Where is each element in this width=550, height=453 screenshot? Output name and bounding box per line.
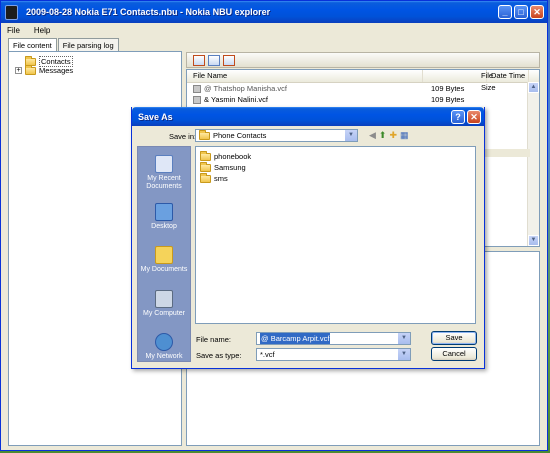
place-recent-documents[interactable]: My Recent Documents xyxy=(138,155,190,191)
save-button[interactable]: Save xyxy=(431,331,477,345)
file-name-value: @ Barcamp Arpit.vcf xyxy=(260,333,331,344)
file-name: & Yasmin Nalini.vcf xyxy=(204,95,268,104)
place-label: My Recent Documents xyxy=(146,175,182,190)
dialog-close-button[interactable]: ✕ xyxy=(467,109,481,124)
help-button[interactable]: ? xyxy=(451,109,465,124)
my-computer-icon xyxy=(155,290,173,308)
save-as-type-select[interactable]: *.vcf ▼ xyxy=(256,348,411,361)
place-label: My Network xyxy=(145,353,183,360)
column-date-time[interactable]: Date Time xyxy=(487,70,529,82)
file-name-field[interactable]: @ Barcamp Arpit.vcf ▼ xyxy=(256,332,411,345)
folder-icon xyxy=(200,172,211,183)
chevron-down-icon[interactable]: ▼ xyxy=(344,130,357,141)
place-my-network[interactable]: My Network xyxy=(138,333,190,361)
tab-file-parsing-log[interactable]: File parsing log xyxy=(57,38,119,51)
place-label: My Documents xyxy=(140,266,188,273)
menu-help[interactable]: Help xyxy=(34,26,50,35)
scroll-up-icon[interactable]: ▲ xyxy=(528,82,539,93)
places-bar: My Recent Documents Desktop My Documents… xyxy=(137,146,191,362)
my-documents-icon xyxy=(155,246,173,264)
folder-item-samsung[interactable]: Samsung xyxy=(200,161,246,172)
place-label: My Computer xyxy=(142,310,185,317)
main-titlebar[interactable]: 2009-08-28 Nokia E71 Contacts.nbu - Noki… xyxy=(1,1,547,23)
desktop-icon xyxy=(155,203,173,221)
tab-file-content[interactable]: File content xyxy=(8,38,57,52)
recent-documents-icon xyxy=(155,155,173,173)
chevron-down-icon[interactable]: ▼ xyxy=(397,333,410,344)
back-icon[interactable]: ◀ xyxy=(369,130,376,140)
file-name: @ Thatshop Manisha.vcf xyxy=(204,84,287,93)
app-icon xyxy=(5,4,18,20)
save-as-type-value: *.vcf xyxy=(260,350,275,359)
window-title: 2009-08-28 Nokia E71 Contacts.nbu - Noki… xyxy=(26,7,271,17)
file-size: 109 Bytes xyxy=(431,95,465,104)
close-button[interactable]: ✕ xyxy=(530,5,544,19)
folder-item-sms[interactable]: sms xyxy=(200,172,228,183)
list-scrollbar[interactable]: ▲ ▼ xyxy=(527,82,539,246)
place-my-computer[interactable]: My Computer xyxy=(138,290,190,318)
list-item[interactable]: @ Thatshop Manisha.vcf 109 Bytes xyxy=(187,83,539,94)
vcard-icon xyxy=(193,95,201,104)
folder-icon xyxy=(200,161,211,172)
dialog-titlebar[interactable]: Save As ? ✕ xyxy=(132,107,484,126)
list-item[interactable]: & Yasmin Nalini.vcf 109 Bytes xyxy=(187,94,539,105)
column-file-name[interactable]: File Name xyxy=(187,70,423,82)
tree-node-messages[interactable]: + Messages xyxy=(15,64,74,75)
menu-file[interactable]: File xyxy=(7,26,20,35)
save-in-label: Save in: xyxy=(169,132,197,141)
save-file-icon[interactable] xyxy=(193,54,205,66)
up-folder-icon[interactable]: ⬆ xyxy=(379,130,387,140)
list-header: File Name File Size Date Time xyxy=(187,70,539,92)
folder-icon xyxy=(199,129,210,140)
place-label: Desktop xyxy=(151,223,177,230)
place-desktop[interactable]: Desktop xyxy=(138,203,190,231)
folder-icon xyxy=(200,150,211,161)
chevron-down-icon[interactable]: ▼ xyxy=(397,349,410,360)
scroll-down-icon[interactable]: ▼ xyxy=(528,235,539,246)
split-view-icon[interactable] xyxy=(208,54,220,66)
tree-label-messages: Messages xyxy=(39,66,74,75)
cancel-button[interactable]: Cancel xyxy=(431,347,477,361)
place-my-documents[interactable]: My Documents xyxy=(138,246,190,274)
folder-list[interactable]: phonebook Samsung sms xyxy=(195,146,476,324)
folder-label: phonebook xyxy=(214,152,252,161)
save-as-type-label: Save as type: xyxy=(196,351,242,360)
save-as-dialog: Save As ? ✕ Save in: Phone Contacts ▼ ◀ … xyxy=(131,107,485,369)
folder-label: sms xyxy=(214,174,228,183)
column-file-size[interactable]: File Size xyxy=(423,70,496,92)
menu-bar: File Help xyxy=(1,23,547,37)
file-size: 109 Bytes xyxy=(431,84,465,93)
tab-strip: File content File parsing log xyxy=(8,38,120,52)
expand-icon[interactable]: + xyxy=(15,67,22,74)
preview-icon[interactable] xyxy=(223,54,235,66)
folder-item-phonebook[interactable]: phonebook xyxy=(200,150,252,161)
save-in-value: Phone Contacts xyxy=(213,131,267,140)
dialog-title: Save As xyxy=(138,111,173,122)
new-folder-icon[interactable]: ✚ xyxy=(389,130,397,140)
vcard-icon xyxy=(193,84,201,93)
nav-toolbar: ◀ ⬆ ✚ ▦ xyxy=(369,130,412,140)
views-menu-icon[interactable]: ▦ xyxy=(400,130,409,140)
save-in-select[interactable]: Phone Contacts ▼ xyxy=(195,129,358,142)
maximize-button[interactable]: □ xyxy=(514,5,528,19)
folder-label: Samsung xyxy=(214,163,246,172)
folder-icon xyxy=(25,64,36,75)
file-name-label: File name: xyxy=(196,335,232,344)
view-toolbar xyxy=(186,52,540,68)
my-network-icon xyxy=(155,333,173,351)
minimize-button[interactable]: _ xyxy=(498,5,512,19)
